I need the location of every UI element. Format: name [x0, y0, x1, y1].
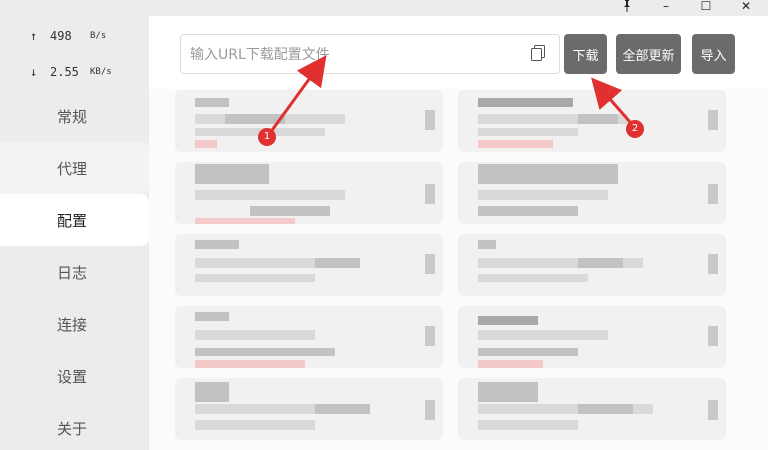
download-unit: KB/s: [90, 67, 112, 77]
profile-card[interactable]: [175, 378, 443, 440]
download-value: 2.55: [50, 65, 79, 79]
profile-card[interactable]: [175, 234, 443, 296]
download-arrow-icon: ↓: [30, 65, 38, 79]
upload-unit: B/s: [90, 31, 107, 41]
upload-arrow-icon: ↑: [30, 29, 38, 43]
sidebar-item-label: 代理: [57, 159, 88, 178]
import-button[interactable]: 导入: [692, 34, 735, 74]
upload-value: 498: [50, 29, 72, 43]
close-button[interactable]: ✕: [728, 0, 764, 16]
sidebar-item-logs[interactable]: 日志: [0, 246, 149, 298]
profile-card[interactable]: [175, 90, 443, 152]
traffic-monitor: ↑ 498 B/s ↓ 2.55 KB/s: [0, 16, 149, 88]
profile-card[interactable]: [175, 162, 443, 224]
profile-card[interactable]: [458, 162, 726, 224]
update-all-button[interactable]: 全部更新: [616, 34, 681, 74]
sidebar-item-proxy[interactable]: 代理: [0, 142, 149, 194]
sidebar-item-about[interactable]: 关于: [0, 402, 149, 450]
profile-card[interactable]: [458, 378, 726, 440]
upload-speed: ↑ 498 B/s: [0, 29, 149, 47]
sidebar-item-connections[interactable]: 连接: [0, 298, 149, 350]
sidebar-item-label: 常规: [57, 107, 88, 126]
pin-icon[interactable]: [609, 0, 645, 16]
download-button[interactable]: 下载: [564, 34, 607, 74]
sidebar-item-settings[interactable]: 设置: [0, 350, 149, 402]
url-input[interactable]: [190, 44, 510, 66]
profile-card[interactable]: [458, 306, 726, 368]
sidebar-item-label: 连接: [57, 315, 88, 334]
minimize-button[interactable]: –: [648, 0, 684, 16]
url-field[interactable]: [180, 34, 560, 74]
sidebar-item-label: 关于: [57, 419, 88, 438]
sidebar: ↑ 498 B/s ↓ 2.55 KB/s 常规 代理 配置 日志 连接 设置 …: [0, 16, 149, 450]
main-content: 下载 全部更新 导入: [149, 16, 768, 450]
sidebar-item-label: 设置: [57, 367, 88, 386]
maximize-button[interactable]: ☐: [688, 0, 724, 16]
profile-card[interactable]: [175, 306, 443, 368]
paste-icon[interactable]: [531, 45, 547, 63]
sidebar-item-label: 配置: [57, 211, 88, 230]
profile-card[interactable]: [458, 90, 726, 152]
sidebar-item-label: 日志: [57, 263, 88, 282]
sidebar-item-profiles[interactable]: 配置: [0, 194, 149, 246]
profile-toolbar: 下载 全部更新 导入: [149, 16, 768, 89]
download-speed: ↓ 2.55 KB/s: [0, 65, 149, 83]
title-bar: – ☐ ✕: [0, 0, 768, 16]
sidebar-item-general[interactable]: 常规: [0, 90, 149, 142]
profile-card[interactable]: [458, 234, 726, 296]
